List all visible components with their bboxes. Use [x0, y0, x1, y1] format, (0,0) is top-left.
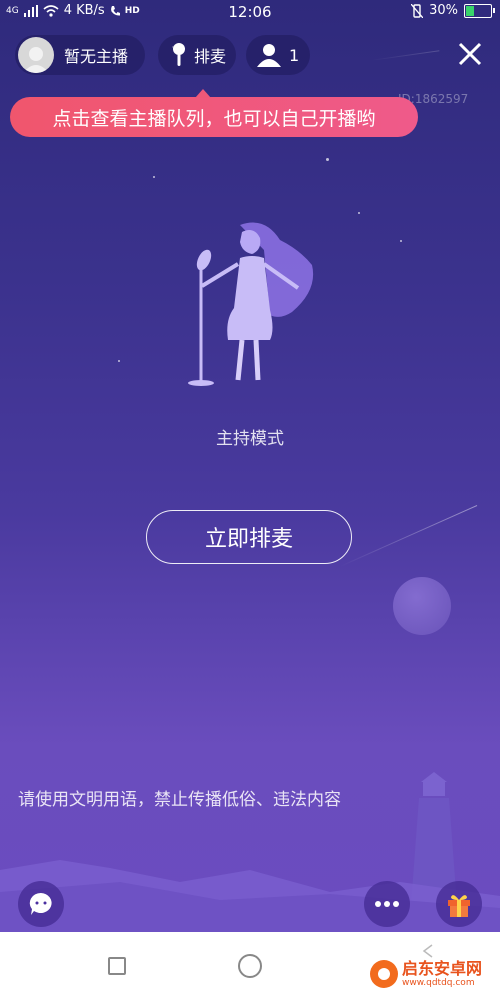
battery-percent: 30% — [429, 3, 458, 18]
avatar — [18, 37, 54, 73]
host-pill[interactable]: 暂无主播 — [15, 35, 145, 75]
watermark-url: www.qdtdq.com — [402, 978, 475, 988]
star — [358, 212, 360, 214]
vibrate-icon — [411, 3, 424, 18]
recent-apps-button[interactable] — [108, 957, 126, 975]
gift-icon — [448, 895, 470, 917]
star — [400, 240, 402, 242]
close-icon — [458, 42, 482, 66]
microphone-icon — [173, 43, 185, 66]
default-avatar-icon — [23, 47, 49, 73]
battery-icon — [464, 3, 495, 18]
home-button[interactable] — [238, 954, 262, 978]
back-icon[interactable] — [422, 944, 434, 958]
audience-pill[interactable]: 1 — [246, 35, 310, 75]
watermark-text: 启东安卓网 www.qdtdq.com — [402, 959, 483, 989]
watermark-title: 启东安卓网 — [402, 959, 483, 978]
apply-queue-button[interactable]: 立即排麦 — [146, 510, 352, 564]
host-label: 暂无主播 — [64, 47, 129, 66]
star — [118, 360, 120, 362]
queue-label: 排麦 — [194, 47, 227, 66]
close-button[interactable] — [452, 36, 488, 72]
apply-queue-label: 立即排麦 — [204, 527, 293, 552]
more-button[interactable] — [364, 881, 410, 927]
more-dots-icon — [375, 901, 399, 907]
mode-label: 主持模式 — [216, 429, 284, 449]
user-icon — [257, 44, 281, 67]
status-right: 30% — [411, 3, 495, 18]
queue-tooltip[interactable]: 点击查看主播队列，也可以自己开播哟 — [10, 89, 418, 137]
live-room-screen: 4G 4 KB/s HD 12:06 30% 暂无主播 排麦 1 ID:1862… — [0, 0, 500, 932]
star — [153, 176, 155, 178]
chat-button[interactable] — [18, 881, 64, 927]
hills-decoration — [0, 860, 500, 932]
shooting-star — [369, 50, 440, 61]
singer-illustration — [188, 222, 314, 386]
queue-pill[interactable]: 排麦 — [158, 35, 236, 75]
tooltip-text: 点击查看主播队列，也可以自己开播哟 — [52, 107, 376, 130]
moon-decoration — [393, 577, 451, 635]
gift-button[interactable] — [436, 881, 482, 927]
watermark-logo-icon — [370, 960, 398, 988]
shooting-star — [339, 505, 478, 567]
chat-bubble-icon — [29, 892, 52, 915]
audience-count: 1 — [289, 45, 300, 65]
watermark: 启东安卓网 www.qdtdq.com — [370, 960, 482, 988]
star — [326, 158, 329, 161]
civility-notice: 请使用文明用语，禁止传播低俗、违法内容 — [18, 790, 341, 810]
status-bar: 4G 4 KB/s HD 12:06 30% — [0, 0, 500, 26]
